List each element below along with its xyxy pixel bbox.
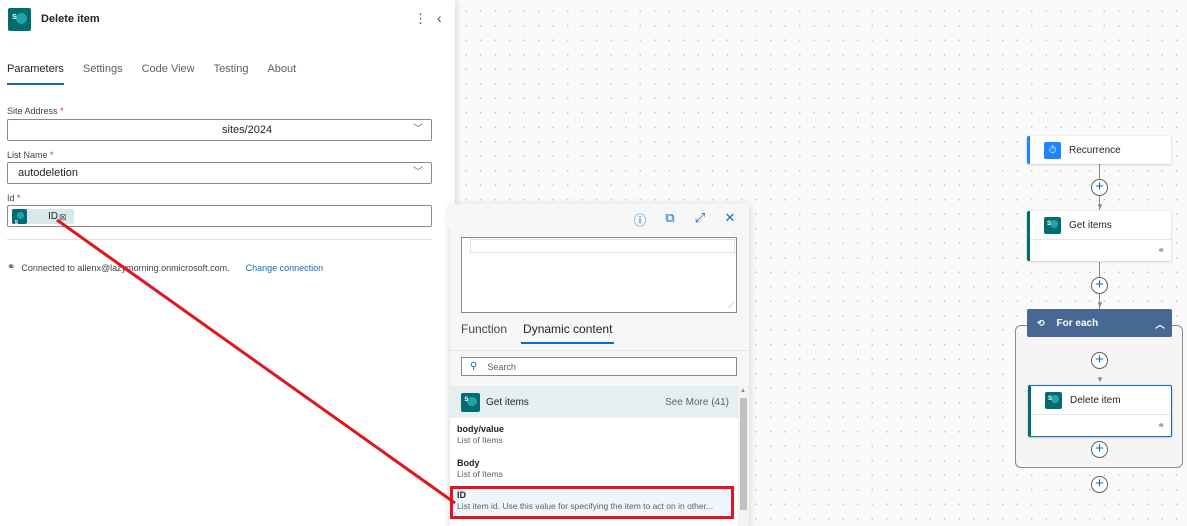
connection-text: Connected to allenx@lazymorning.onmicros… — [21, 262, 230, 273]
id-input[interactable]: S ID ⊠ — [7, 205, 432, 227]
required-marker: * — [17, 193, 21, 203]
tab-testing[interactable]: Testing — [214, 63, 249, 85]
add-step-button[interactable]: + — [1091, 476, 1108, 493]
popup-toolbar: ⓘ ⧉ ⤢ ✕ — [633, 210, 737, 229]
required-marker: * — [60, 106, 64, 116]
tab-function[interactable]: Function — [461, 322, 507, 344]
node-title: Get items — [1069, 219, 1112, 231]
tab-about[interactable]: About — [267, 63, 296, 85]
list-item[interactable]: body/value List of Items — [450, 418, 738, 452]
dynamic-content-search[interactable]: ⚲ Search — [461, 357, 737, 376]
item-title: Body — [457, 458, 480, 468]
info-icon[interactable]: ⓘ — [633, 210, 647, 229]
see-more-link[interactable]: See More (41) — [665, 397, 729, 408]
dynamic-content-popup: ⓘ ⧉ ⤢ ✕ ⟋ Function Dynamic content ⚲ Sea… — [442, 204, 749, 526]
node-title: Delete item — [1070, 394, 1121, 406]
divider — [450, 350, 749, 351]
connection-info: ⚭ Connected to allenx@lazymorning.onmicr… — [7, 262, 323, 273]
connection-icon: ⚭ — [1157, 245, 1165, 255]
popup-pointer — [442, 210, 450, 228]
more-options-icon[interactable]: ⋮ — [414, 11, 427, 27]
site-address-dropdown[interactable]: sites/2024 ﹀ — [7, 119, 432, 141]
expression-editor[interactable]: ⟋ — [461, 237, 737, 313]
sharepoint-icon: S — [12, 209, 27, 226]
node-title: For each — [1056, 317, 1099, 329]
add-step-button[interactable]: + — [1091, 352, 1108, 369]
search-icon: ⚲ — [470, 361, 478, 372]
scroll-thumb[interactable] — [740, 398, 747, 510]
add-step-button[interactable]: + — [1091, 441, 1108, 458]
token-label: ID — [48, 210, 58, 222]
item-desc: List of Items — [457, 469, 503, 479]
expand-icon[interactable]: ⤢ — [693, 210, 707, 229]
tab-parameters[interactable]: Parameters — [7, 63, 64, 85]
chevron-down-icon: ﹀ — [413, 124, 423, 135]
list-item-highlighted[interactable]: ID List item id. Use this value for spec… — [450, 486, 734, 519]
flow-node-for-each[interactable]: ⟲ For each ︿ — [1027, 309, 1172, 337]
list-name-value: autodeletion — [18, 167, 78, 179]
arrow-down-icon: ▼ — [1096, 300, 1104, 309]
sharepoint-icon: S — [461, 392, 480, 412]
change-connection-link[interactable]: Change connection — [246, 263, 324, 273]
add-step-button[interactable]: + — [1091, 277, 1108, 294]
item-title: body/value — [457, 424, 505, 434]
clipboard-icon[interactable]: ⧉ — [663, 210, 677, 229]
connection-icon: ⚭ — [1157, 420, 1165, 430]
sharepoint-icon: S — [1045, 391, 1062, 409]
list-name-label-text: List Name — [7, 150, 48, 160]
scrollbar[interactable]: ▲ — [738, 386, 749, 526]
loop-icon: ⟲ — [1037, 317, 1045, 328]
search-placeholder: Search — [487, 361, 516, 372]
sharepoint-icon: S — [1044, 216, 1061, 234]
id-label: Id * — [7, 193, 21, 203]
divider — [7, 239, 432, 240]
clock-icon: ⏱ — [1044, 141, 1061, 159]
sharepoint-icon: S — [8, 8, 31, 31]
id-label-text: Id — [7, 193, 15, 203]
connection-icon: ⚭ — [7, 262, 16, 273]
flow-node-get-items[interactable]: S Get items ⚭ — [1027, 211, 1171, 261]
required-marker: * — [50, 150, 54, 160]
panel-title: Delete item — [41, 13, 100, 25]
add-step-button[interactable]: + — [1091, 179, 1108, 196]
list-name-label: List Name * — [7, 150, 54, 160]
collapse-panel-icon[interactable]: ‹ — [437, 10, 442, 26]
panel-tabs: Parameters Settings Code View Testing Ab… — [7, 63, 296, 85]
tab-dynamic-content[interactable]: Dynamic content — [521, 322, 615, 344]
item-title: ID — [457, 490, 466, 500]
item-desc: List of Items — [457, 435, 503, 445]
arrow-down-icon: ▼ — [1096, 375, 1104, 384]
group-header: S Get items See More (41) — [450, 386, 738, 418]
action-panel: S Delete item ⋮ ‹ Parameters Settings Co… — [0, 0, 455, 526]
remove-token-icon[interactable]: ⊠ — [59, 207, 67, 227]
chevron-down-icon: ﹀ — [413, 167, 423, 178]
chevron-up-icon[interactable]: ︿ — [1155, 316, 1165, 331]
scroll-up-icon[interactable]: ▲ — [740, 388, 746, 394]
node-title: Recurrence — [1069, 144, 1121, 156]
dynamic-content-token[interactable]: S ID ⊠ — [12, 207, 74, 227]
dynamic-content-list: S Get items See More (41) body/value Lis… — [450, 386, 738, 526]
resize-grip-icon[interactable]: ⟋ — [728, 301, 734, 311]
flow-node-recurrence[interactable]: ⏱ Recurrence — [1027, 136, 1171, 164]
list-item[interactable]: Body List of Items — [450, 452, 738, 486]
list-name-dropdown[interactable]: autodeletion ﹀ — [7, 162, 432, 184]
arrow-down-icon: ▼ — [1096, 202, 1104, 211]
flow-node-delete-item[interactable]: S Delete item ⚭ — [1028, 385, 1172, 437]
item-desc: List item id. Use this value for specify… — [457, 501, 714, 511]
site-address-label-text: Site Address — [7, 106, 58, 116]
group-title: Get items — [486, 396, 529, 408]
close-icon[interactable]: ✕ — [723, 210, 737, 229]
tab-code-view[interactable]: Code View — [142, 63, 195, 85]
site-address-value: sites/2024 — [222, 124, 273, 136]
expression-line — [470, 239, 735, 253]
popup-tabs: Function Dynamic content — [461, 322, 615, 344]
tab-settings[interactable]: Settings — [83, 63, 123, 85]
site-address-label: Site Address * — [7, 106, 64, 116]
